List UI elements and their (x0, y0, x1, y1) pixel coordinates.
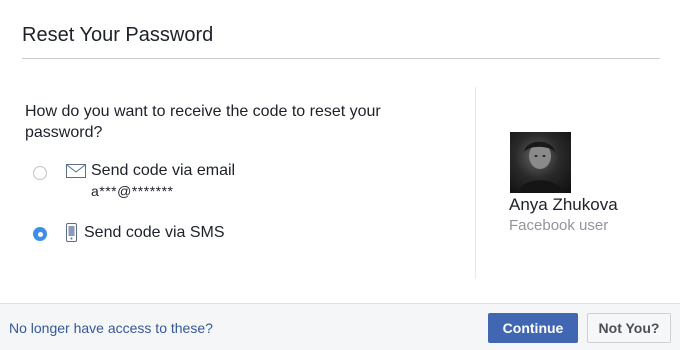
no-access-link[interactable]: No longer have access to these? (9, 320, 213, 336)
avatar-photo (518, 141, 564, 193)
phone-icon (66, 223, 77, 242)
user-subtitle: Facebook user (509, 217, 609, 234)
vertical-divider (475, 87, 476, 279)
dialog-footer: No longer have access to these? Continue… (0, 303, 680, 350)
email-radio[interactable] (33, 166, 47, 180)
email-masked-address: a***@******* (91, 183, 174, 199)
option-sms[interactable]: Send code via SMS (0, 220, 460, 250)
reset-question: How do you want to receive the code to r… (25, 103, 381, 141)
dialog-title: Reset Your Password (22, 24, 214, 46)
sms-radio[interactable] (33, 227, 47, 241)
continue-button[interactable]: Continue (488, 313, 578, 343)
avatar (510, 132, 571, 193)
title-divider (22, 58, 660, 59)
not-you-button[interactable]: Not You? (587, 313, 671, 343)
email-option-label: Send code via email (91, 162, 236, 179)
sms-option-label: Send code via SMS (84, 224, 225, 241)
option-email[interactable]: Send code via email a***@******* (0, 160, 460, 200)
user-name: Anya Zhukova (509, 195, 618, 214)
envelope-icon (66, 164, 86, 178)
